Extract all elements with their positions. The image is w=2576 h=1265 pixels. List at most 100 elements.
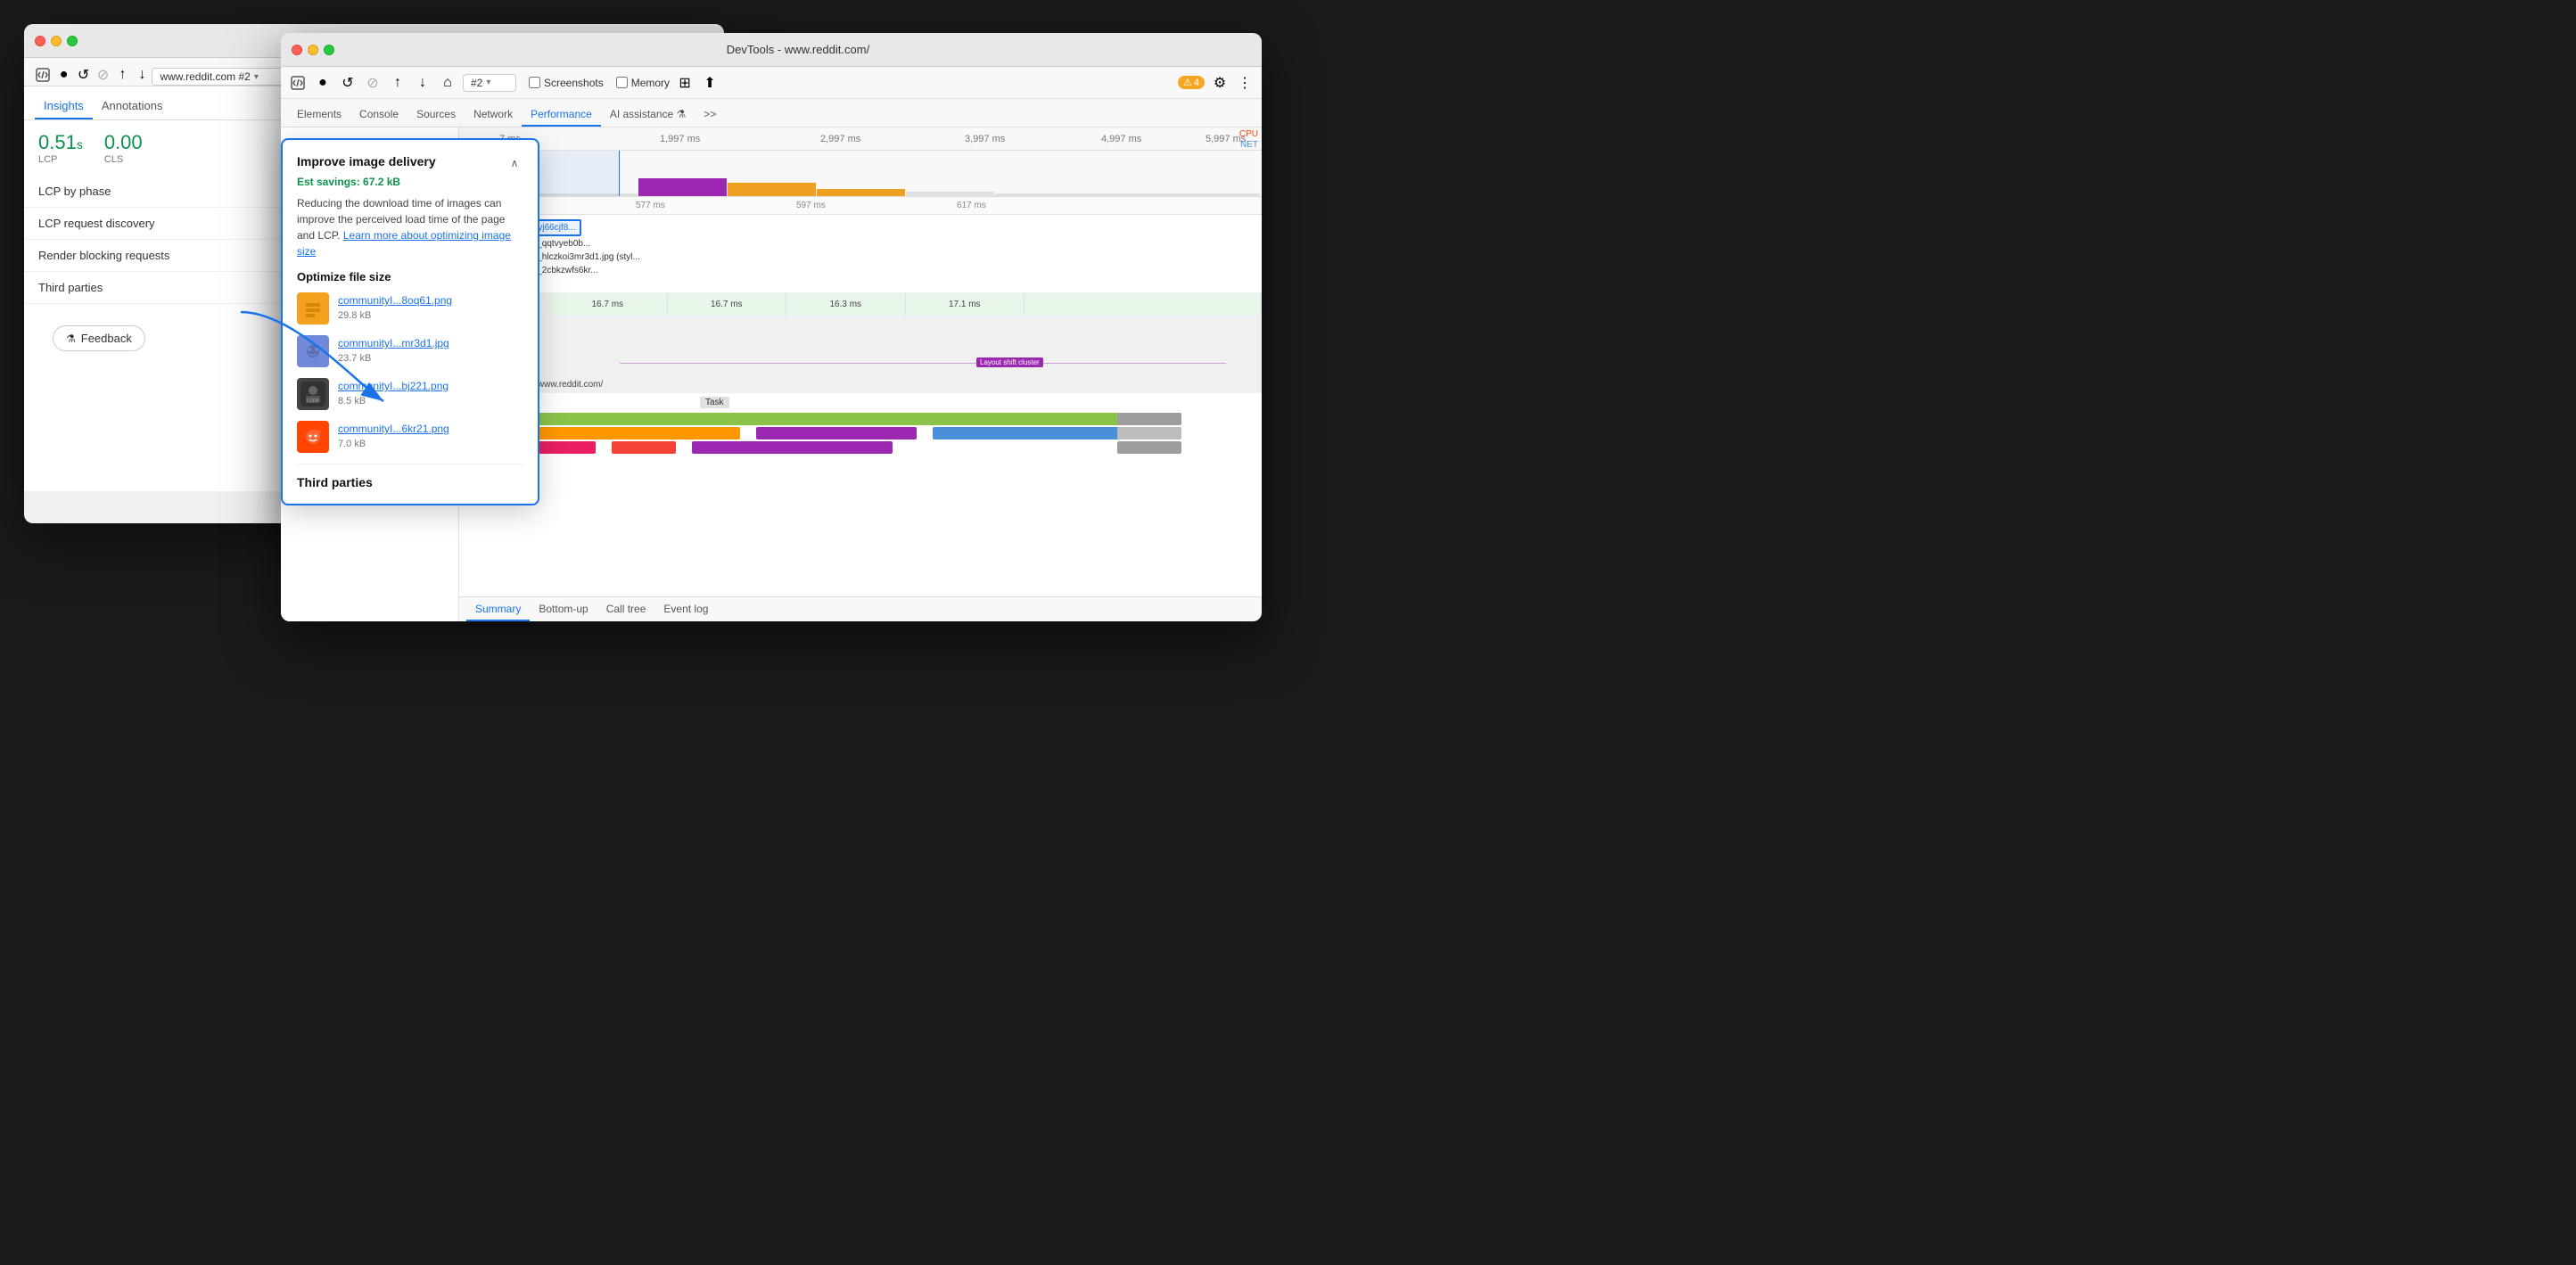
popup-close-button[interactable]: ∧ [506, 154, 523, 172]
timeline-panel-front: 7 ms 1,997 ms 2,997 ms 3,997 ms 4,997 ms… [459, 127, 1262, 621]
layout-shifts-row-front: Layout shifts Layout shift cluster [459, 356, 1262, 375]
file-link-4[interactable]: communityI...6kr21.png [338, 423, 449, 435]
network-icon-front[interactable]: ⬆ [700, 74, 720, 92]
insight-render-blocking-back[interactable]: Render blocking requests [24, 240, 286, 272]
memory-label-front: Memory [631, 77, 670, 89]
sources-tab-front[interactable]: Sources [407, 103, 465, 127]
layout-shift-cluster: Layout shift cluster [976, 357, 1043, 367]
file-info-4: communityI...6kr21.png 7.0 kB [338, 423, 449, 451]
frames-row-front: Frames 16.7 ms 16.7 ms 16.3 ms 17.1 ms [459, 293, 1262, 316]
net-label-front: NET [1240, 140, 1258, 150]
perf-icon-front[interactable]: ⊞ [675, 74, 695, 92]
stop-icon-front[interactable]: ⊘ [363, 74, 383, 92]
minimize-button-front[interactable] [308, 45, 318, 55]
network-item-4[interactable]: communityIcon_2cbkzwfs6kr... [463, 264, 1258, 277]
file-link-3[interactable]: communityI...bj221.png [338, 380, 449, 392]
console-tab-front[interactable]: Console [350, 103, 407, 127]
screenshots-front: Screenshots [529, 77, 604, 89]
sub-tabs-back: Insights Annotations [24, 86, 286, 120]
record-icon-front[interactable]: ● [313, 75, 333, 91]
cpu-label-front: CPU [1239, 129, 1258, 139]
file-thumb-3: LOOP [297, 378, 329, 410]
close-button-back[interactable] [35, 36, 45, 46]
insights-tab-back[interactable]: Insights [35, 94, 93, 119]
insight-lcp-phase-back[interactable]: LCP by phase [24, 176, 286, 208]
popup-third-parties: Third parties [297, 464, 523, 489]
ai-tab-front[interactable]: AI assistance ⚗ [601, 103, 695, 127]
record-icon-back: ● [54, 64, 74, 86]
upload-icon-front[interactable]: ↑ [388, 75, 407, 91]
cls-label-back: CLS [104, 154, 143, 165]
file-size-4: 7.0 kB [338, 439, 366, 449]
main-row-front: ▼ Main — https://www.reddit.com/ [459, 375, 1262, 393]
reload-icon-back: ↺ [74, 64, 94, 86]
url-text-front: #2 [471, 77, 482, 89]
url-bar-front[interactable]: #2 ▾ [463, 74, 516, 92]
insight-third-parties-back[interactable]: Third parties [24, 272, 286, 304]
network-tab-front[interactable]: Network [465, 103, 522, 127]
frame-cell-4: 17.1 ms [906, 293, 1025, 316]
file-link-1[interactable]: communityI...8oq61.png [338, 294, 452, 307]
file-info-1: communityI...8oq61.png 29.8 kB [338, 294, 452, 323]
warn-count-front: 4 [1194, 78, 1199, 88]
ruler-1997: 1,997 ms [660, 134, 700, 144]
close-button-front[interactable] [292, 45, 302, 55]
insight-lcp-discovery-back[interactable]: LCP request discovery [24, 208, 286, 240]
file-size-3: 8.5 kB [338, 396, 366, 407]
popup-file-item-2: communityI...mr3d1.jpg 23.7 kB [297, 335, 523, 367]
memory-front: Memory [616, 77, 670, 89]
summary-tab-front[interactable]: Summary [466, 598, 530, 621]
file-info-3: communityI...bj221.png 8.5 kB [338, 380, 449, 408]
traffic-lights-front [292, 45, 334, 55]
network-item-2[interactable]: communityIcon_qqtvyeb0b... [463, 237, 1258, 251]
home-icon-front[interactable]: ⌂ [438, 75, 457, 91]
maximize-button-front[interactable] [324, 45, 334, 55]
screenshots-label-front: Screenshots [544, 77, 604, 89]
window-title-front: DevTools - www.reddit.com/ [345, 43, 1251, 56]
lcp-unit-back: s [77, 137, 83, 152]
download-icon-front[interactable]: ↓ [413, 75, 432, 91]
minimize-button-back[interactable] [51, 36, 62, 46]
eventlog-tab-front[interactable]: Event log [654, 598, 717, 621]
file-size-1: 29.8 kB [338, 310, 371, 321]
maximize-button-back[interactable] [67, 36, 78, 46]
settings-icon-front[interactable]: ⚙ [1210, 74, 1230, 92]
popup-title: Improve image delivery [297, 154, 436, 168]
performance-tab-front[interactable]: Performance [522, 103, 601, 127]
screenshots-check-front[interactable] [529, 77, 540, 88]
memory-check-front[interactable] [616, 77, 628, 88]
feedback-button-back[interactable]: ⚗ Feedback [53, 325, 145, 351]
url-bar-back[interactable]: www.reddit.com #2 ▾ [152, 68, 294, 86]
file-info-2: communityI...mr3d1.jpg 23.7 kB [338, 337, 449, 366]
url-dropdown-icon-front[interactable]: ▾ [486, 78, 490, 87]
url-text-back: www.reddit.com #2 [160, 70, 250, 83]
more-icon-front[interactable]: ⋮ [1235, 74, 1255, 92]
more-tabs-front[interactable]: >> [695, 103, 725, 127]
url-dropdown-icon-back[interactable]: ▾ [254, 72, 259, 82]
more-items-label: ... [463, 277, 1258, 289]
warn-icon-front: ⚠ [1183, 77, 1192, 88]
download-icon-back: ↓ [133, 64, 152, 86]
popup-header: Improve image delivery ∧ [297, 154, 523, 172]
bottomup-tab-front[interactable]: Bottom-up [530, 598, 597, 621]
network-item-3[interactable]: communityIcon_hlczkoi3mr3d1.jpg (styl... [463, 251, 1258, 264]
warn-badge-front[interactable]: ⚠ 4 [1178, 76, 1205, 89]
main-nav-front: ● ↺ ⊘ ↑ ↓ ⌂ #2 ▾ Screenshots Memory ⊞ ⬆ … [281, 67, 1262, 99]
reload-icon-front[interactable]: ↺ [338, 74, 358, 92]
svg-text:LOOP: LOOP [307, 398, 320, 404]
overview-front [459, 151, 1262, 197]
annotations-tab-back[interactable]: Annotations [93, 94, 172, 119]
frame-cell-5 [1025, 293, 1262, 316]
calltree-tab-front[interactable]: Call tree [597, 598, 655, 621]
ruler-2997: 2,997 ms [820, 134, 860, 144]
ruler-4997: 4,997 ms [1101, 134, 1141, 144]
devtools-icon-back [31, 64, 54, 86]
feedback-label-back: Feedback [81, 332, 132, 345]
file-link-2[interactable]: communityI...mr3d1.jpg [338, 337, 449, 349]
elements-tab-front[interactable]: Elements [288, 103, 350, 127]
file-thumb-4 [297, 421, 329, 453]
tab-bar-front: Elements Console Sources Network Perform… [281, 99, 1262, 127]
file-thumb-2 [297, 335, 329, 367]
title-bar-front: DevTools - www.reddit.com/ [281, 33, 1262, 67]
flame-chart-front: Task [459, 393, 1262, 596]
